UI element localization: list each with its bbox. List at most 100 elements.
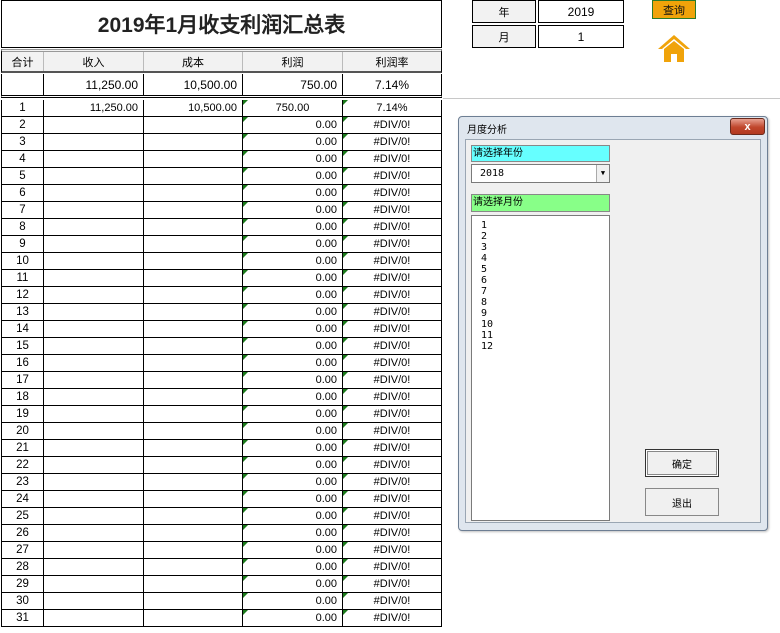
income-cell[interactable] [44, 542, 144, 558]
row-number-cell[interactable]: 7 [2, 202, 44, 218]
profit-cell[interactable]: 0.00 [243, 168, 343, 184]
profit-cell[interactable]: 0.00 [243, 423, 343, 439]
income-cell[interactable] [44, 508, 144, 524]
row-number-cell[interactable]: 11 [2, 270, 44, 286]
row-number-cell[interactable]: 8 [2, 219, 44, 235]
year-combobox[interactable]: 2018 ▼ [471, 164, 610, 183]
cost-cell[interactable] [144, 559, 243, 575]
row-number-cell[interactable]: 1 [2, 100, 44, 116]
row-number-cell[interactable]: 16 [2, 355, 44, 371]
profit-cell[interactable]: 0.00 [243, 491, 343, 507]
profit-rate-cell[interactable]: #DIV/0! [343, 440, 441, 456]
profit-cell[interactable]: 0.00 [243, 542, 343, 558]
profit-cell[interactable]: 0.00 [243, 338, 343, 354]
month-list-item[interactable]: 2 [481, 231, 609, 242]
profit-cell[interactable]: 750.00 [243, 100, 343, 116]
income-cell[interactable] [44, 219, 144, 235]
profit-cell[interactable]: 0.00 [243, 440, 343, 456]
income-cell[interactable] [44, 389, 144, 405]
income-cell[interactable] [44, 491, 144, 507]
profit-rate-cell[interactable]: #DIV/0! [343, 423, 441, 439]
cost-cell[interactable] [144, 185, 243, 201]
total-cost-cell[interactable]: 10,500.00 [144, 74, 243, 95]
profit-rate-cell[interactable]: #DIV/0! [343, 542, 441, 558]
cost-cell[interactable] [144, 236, 243, 252]
header-total[interactable]: 合计 [2, 52, 44, 71]
exit-button[interactable]: 退出 [645, 488, 719, 516]
profit-rate-cell[interactable]: #DIV/0! [343, 474, 441, 490]
profit-cell[interactable]: 0.00 [243, 474, 343, 490]
income-cell[interactable] [44, 559, 144, 575]
profit-rate-cell[interactable]: 7.14% [343, 100, 441, 116]
cost-cell[interactable] [144, 355, 243, 371]
cost-cell[interactable] [144, 304, 243, 320]
profit-cell[interactable]: 0.00 [243, 593, 343, 609]
month-value-cell[interactable]: 1 [538, 25, 624, 48]
row-number-cell[interactable]: 15 [2, 338, 44, 354]
income-cell[interactable] [44, 338, 144, 354]
cost-cell[interactable] [144, 168, 243, 184]
month-listbox[interactable]: 1 2 3 4 5 6 7 8 9 10 11 12 [471, 215, 610, 521]
month-list-item[interactable]: 4 [481, 253, 609, 264]
profit-rate-cell[interactable]: #DIV/0! [343, 287, 441, 303]
cost-cell[interactable] [144, 474, 243, 490]
profit-rate-cell[interactable]: #DIV/0! [343, 219, 441, 235]
income-cell[interactable] [44, 270, 144, 286]
income-cell[interactable] [44, 440, 144, 456]
row-number-cell[interactable]: 21 [2, 440, 44, 456]
profit-cell[interactable]: 0.00 [243, 202, 343, 218]
profit-rate-cell[interactable]: #DIV/0! [343, 185, 441, 201]
month-list-item[interactable]: 9 [481, 308, 609, 319]
profit-cell[interactable]: 0.00 [243, 287, 343, 303]
profit-cell[interactable]: 0.00 [243, 185, 343, 201]
profit-cell[interactable]: 0.00 [243, 406, 343, 422]
income-cell[interactable] [44, 253, 144, 269]
month-list-item[interactable]: 12 [481, 341, 609, 352]
cost-cell[interactable]: 10,500.00 [144, 100, 243, 116]
cost-cell[interactable] [144, 151, 243, 167]
dialog-close-button[interactable]: x [730, 118, 765, 135]
row-number-cell[interactable]: 13 [2, 304, 44, 320]
profit-rate-cell[interactable]: #DIV/0! [343, 593, 441, 609]
row-number-cell[interactable]: 28 [2, 559, 44, 575]
header-profit[interactable]: 利润 [243, 52, 343, 71]
month-list-item[interactable]: 8 [481, 297, 609, 308]
income-cell[interactable] [44, 202, 144, 218]
profit-rate-cell[interactable]: #DIV/0! [343, 457, 441, 473]
cost-cell[interactable] [144, 610, 243, 626]
income-cell[interactable] [44, 423, 144, 439]
month-list-item[interactable]: 11 [481, 330, 609, 341]
cost-cell[interactable] [144, 287, 243, 303]
profit-rate-cell[interactable]: #DIV/0! [343, 406, 441, 422]
profit-cell[interactable]: 0.00 [243, 457, 343, 473]
row-number-cell[interactable]: 26 [2, 525, 44, 541]
cost-cell[interactable] [144, 423, 243, 439]
income-cell[interactable] [44, 610, 144, 626]
profit-rate-cell[interactable]: #DIV/0! [343, 321, 441, 337]
income-cell[interactable] [44, 355, 144, 371]
profit-rate-cell[interactable]: #DIV/0! [343, 508, 441, 524]
profit-rate-cell[interactable]: #DIV/0! [343, 355, 441, 371]
income-cell[interactable] [44, 406, 144, 422]
income-cell[interactable] [44, 372, 144, 388]
row-number-cell[interactable]: 25 [2, 508, 44, 524]
row-number-cell[interactable]: 12 [2, 287, 44, 303]
month-list-item[interactable]: 10 [481, 319, 609, 330]
cost-cell[interactable] [144, 508, 243, 524]
total-profit-cell[interactable]: 750.00 [243, 74, 343, 95]
ok-button[interactable]: 确定 [645, 449, 719, 477]
income-cell[interactable] [44, 287, 144, 303]
home-icon[interactable] [656, 33, 692, 63]
cost-cell[interactable] [144, 219, 243, 235]
row-number-cell[interactable]: 19 [2, 406, 44, 422]
cost-cell[interactable] [144, 576, 243, 592]
cost-cell[interactable] [144, 542, 243, 558]
profit-cell[interactable]: 0.00 [243, 508, 343, 524]
row-number-cell[interactable]: 18 [2, 389, 44, 405]
profit-rate-cell[interactable]: #DIV/0! [343, 168, 441, 184]
row-number-cell[interactable]: 2 [2, 117, 44, 133]
query-button[interactable]: 查询 [652, 0, 696, 19]
header-income[interactable]: 收入 [44, 52, 144, 71]
profit-rate-cell[interactable]: #DIV/0! [343, 134, 441, 150]
income-cell[interactable] [44, 525, 144, 541]
